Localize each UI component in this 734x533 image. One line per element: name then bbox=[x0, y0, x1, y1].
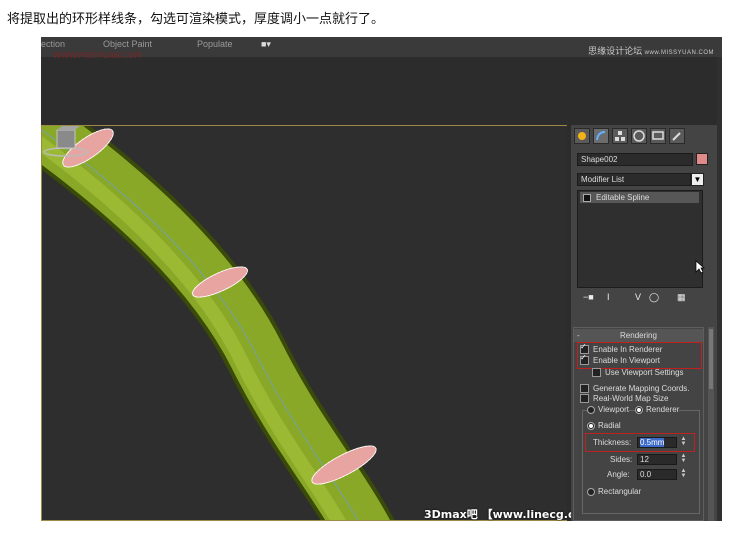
hierarchy-icon[interactable] bbox=[612, 128, 628, 144]
menu-item-object-paint[interactable]: Object Paint bbox=[103, 39, 152, 49]
angle-spinner[interactable]: ▲ ▼ bbox=[680, 468, 687, 480]
angle-label: Angle: bbox=[607, 470, 630, 479]
configure-icon[interactable]: ▦ bbox=[677, 292, 686, 303]
utilities-icon[interactable] bbox=[669, 128, 685, 144]
rectangular-radio[interactable]: Rectangular bbox=[587, 487, 641, 497]
angle-input[interactable]: 0.0 bbox=[637, 469, 677, 480]
sides-label: Sides: bbox=[610, 455, 633, 464]
stack-item-label: Editable Spline bbox=[596, 193, 650, 202]
object-color-swatch[interactable] bbox=[696, 153, 708, 165]
stack-tools: −■ I V ◯ ▦ bbox=[577, 292, 703, 306]
modifier-list-dropdown[interactable]: Modifier List bbox=[577, 173, 691, 186]
viewport-radio[interactable]: Viewport bbox=[587, 405, 629, 415]
highlight-thickness-box bbox=[585, 433, 695, 452]
display-icon[interactable] bbox=[650, 128, 666, 144]
perspective-viewport[interactable] bbox=[41, 125, 567, 521]
forum-watermark: 思缘设计论坛 www.MISSYUAN.COM bbox=[588, 46, 714, 56]
camera-icon[interactable]: ■▾ bbox=[261, 39, 271, 50]
show-end-result-icon[interactable]: I bbox=[607, 292, 610, 302]
sides-input[interactable]: 12 bbox=[637, 454, 677, 465]
remove-modifier-icon[interactable]: ◯ bbox=[649, 292, 659, 303]
radial-radio[interactable]: Radial bbox=[587, 421, 621, 431]
caption-text: 将提取出的环形样线条，勾选可渲染模式，厚度调小一点就行了。 bbox=[7, 12, 385, 27]
command-panel: Shape002 Modifier List ▼ Editable Spline… bbox=[571, 125, 722, 521]
real-world-map-size-checkbox[interactable]: Real-World Map Size bbox=[580, 394, 668, 404]
mouse-pointer-icon bbox=[695, 260, 705, 274]
menu-bar: ection Object Paint Populate ■▾ 思缘设计论坛 w… bbox=[41, 37, 722, 57]
motion-icon[interactable] bbox=[631, 128, 647, 144]
renderer-radio[interactable]: Renderer bbox=[635, 405, 680, 415]
menu-item-selection[interactable]: ection bbox=[41, 39, 65, 49]
max-screenshot: ection Object Paint Populate ■▾ 思缘设计论坛 w… bbox=[41, 37, 722, 521]
panel-scrollbar[interactable] bbox=[708, 327, 714, 521]
highlight-enable-box bbox=[577, 342, 702, 369]
plus-icon[interactable] bbox=[583, 193, 591, 202]
create-icon[interactable] bbox=[574, 128, 590, 144]
right-edge-strip bbox=[717, 57, 722, 521]
use-viewport-settings-checkbox[interactable]: Use Viewport Settings bbox=[592, 368, 684, 378]
menu-item-populate[interactable]: Populate bbox=[197, 39, 233, 49]
rendering-rollout: -Rendering Enable In Renderer Enable In … bbox=[573, 327, 704, 521]
stack-item-editable-spline[interactable]: Editable Spline bbox=[580, 192, 699, 203]
modify-icon[interactable] bbox=[593, 128, 609, 144]
red-watermark-text: WWW.MISSYUAN.COM bbox=[53, 51, 142, 60]
sides-spinner[interactable]: ▲ ▼ bbox=[680, 453, 687, 465]
tube-render bbox=[42, 126, 567, 520]
chevron-down-icon[interactable]: ▼ bbox=[691, 173, 704, 186]
rendering-rollout-header[interactable]: - Rendering bbox=[574, 329, 703, 342]
view-cube-icon[interactable] bbox=[42, 126, 90, 160]
generate-mapping-checkbox[interactable]: Generate Mapping Coords. bbox=[580, 384, 690, 394]
radial-settings-group: Viewport Renderer Radial Thickness: 0.5m… bbox=[582, 405, 700, 514]
object-name-field[interactable]: Shape002 bbox=[577, 153, 693, 166]
make-unique-icon[interactable]: V bbox=[635, 292, 641, 302]
pin-stack-icon[interactable]: −■ bbox=[583, 292, 594, 302]
modifier-stack[interactable]: Editable Spline bbox=[577, 190, 703, 288]
